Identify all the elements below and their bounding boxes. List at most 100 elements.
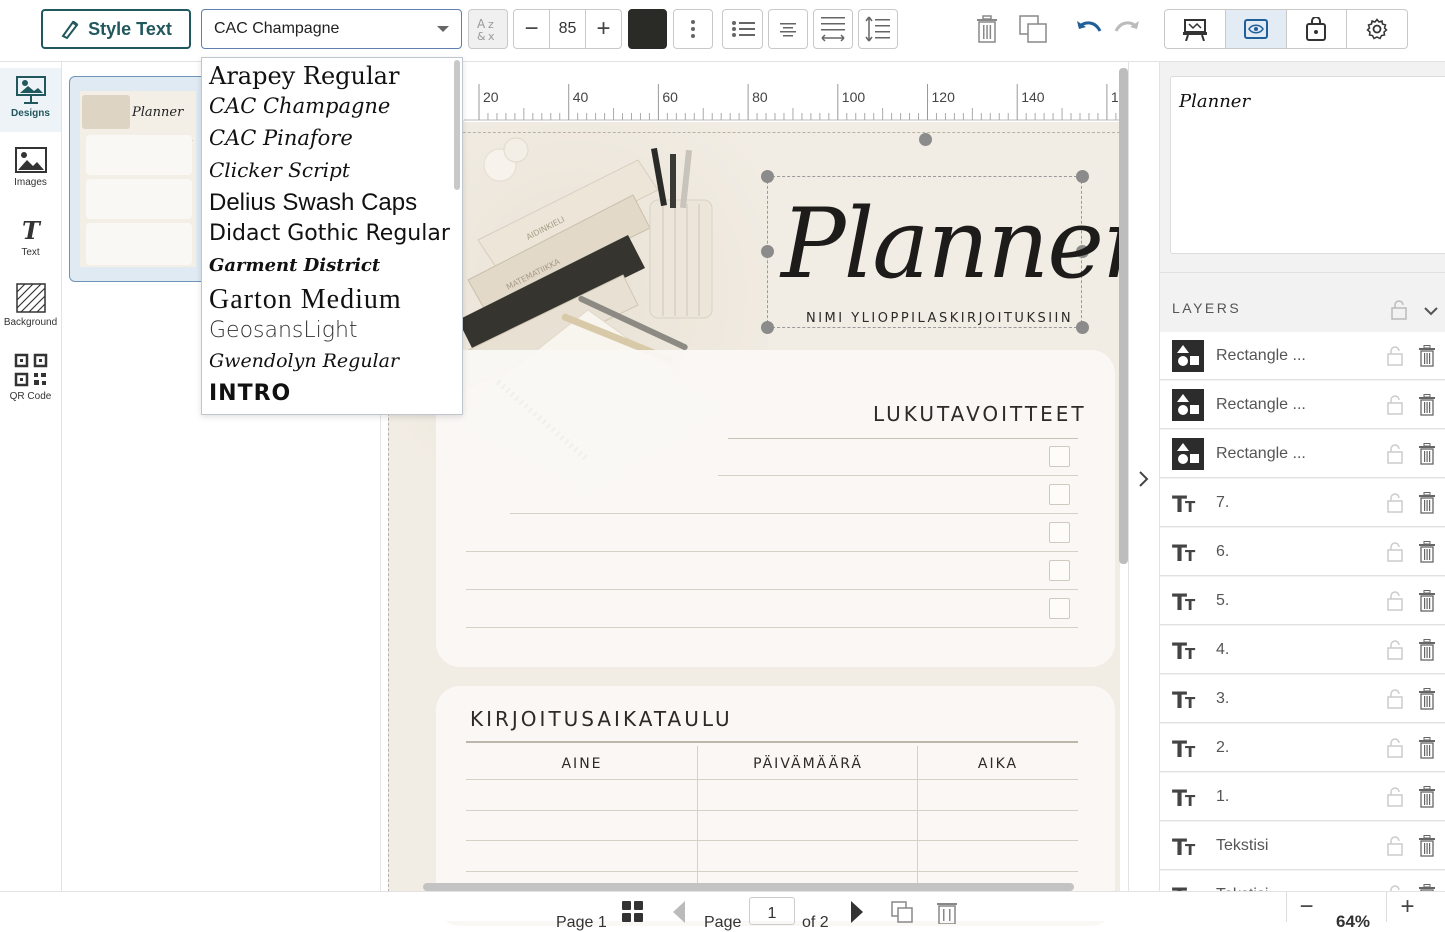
lock-icon[interactable] bbox=[1386, 786, 1404, 807]
resize-handle-br[interactable] bbox=[1076, 321, 1089, 334]
font-option[interactable]: Delius Swash Caps bbox=[209, 189, 417, 217]
lock-icon[interactable] bbox=[1386, 639, 1404, 660]
layer-row[interactable]: T T 2. bbox=[1160, 724, 1445, 772]
more-options-button[interactable] bbox=[673, 9, 713, 49]
chevron-down-icon[interactable] bbox=[1423, 306, 1439, 316]
font-option[interactable]: Garment District bbox=[209, 255, 380, 276]
preview-mode-button[interactable] bbox=[1225, 10, 1287, 48]
prev-page-icon[interactable] bbox=[671, 900, 687, 924]
line-height-button[interactable] bbox=[858, 9, 898, 49]
style-text-button[interactable]: Style Text bbox=[41, 9, 191, 49]
text-color-swatch[interactable] bbox=[628, 9, 667, 49]
canvas-vertical-scrollbar[interactable] bbox=[1119, 68, 1128, 564]
font-option[interactable]: Garton Medium bbox=[209, 284, 402, 316]
layer-row[interactable]: TTTekstisi bbox=[1160, 822, 1445, 870]
chevron-right-icon[interactable] bbox=[1138, 470, 1150, 488]
delete-page-icon[interactable] bbox=[936, 900, 958, 924]
increase-size-button[interactable]: + bbox=[586, 10, 621, 48]
font-option[interactable]: CAC Pinafore bbox=[209, 126, 353, 150]
sidebar-item-text[interactable]: T Text bbox=[0, 212, 61, 272]
decrease-size-button[interactable]: − bbox=[514, 10, 549, 48]
next-page-icon[interactable] bbox=[849, 900, 865, 924]
rotate-handle[interactable] bbox=[919, 133, 932, 146]
layer-row[interactable]: Rectangle ... bbox=[1160, 381, 1445, 429]
layer-row[interactable]: Rectangle ... bbox=[1160, 430, 1445, 478]
lock-all-icon[interactable] bbox=[1390, 300, 1408, 320]
goal-checkbox[interactable] bbox=[1049, 598, 1070, 619]
cart-button[interactable] bbox=[1287, 10, 1348, 48]
trash-icon[interactable] bbox=[1418, 589, 1436, 612]
settings-button[interactable] bbox=[1347, 10, 1407, 48]
lock-icon[interactable] bbox=[1386, 443, 1404, 464]
redo-button[interactable] bbox=[1110, 12, 1144, 46]
duplicate-button[interactable] bbox=[1016, 12, 1050, 46]
resize-handle-ml[interactable] bbox=[761, 245, 774, 258]
copy-page-icon[interactable] bbox=[890, 900, 914, 924]
font-option[interactable]: GeosansLight bbox=[209, 318, 358, 343]
resize-handle-tr[interactable] bbox=[1076, 170, 1089, 183]
trash-icon[interactable] bbox=[1418, 834, 1436, 857]
goal-checkbox[interactable] bbox=[1049, 560, 1070, 581]
sidebar-item-background[interactable]: Background bbox=[0, 280, 61, 346]
design-mode-button[interactable] bbox=[1165, 10, 1226, 48]
sidebar-item-designs[interactable]: Designs bbox=[0, 68, 61, 132]
layer-row[interactable]: TTTekstisi bbox=[1160, 871, 1445, 891]
goal-checkbox[interactable] bbox=[1049, 446, 1070, 467]
layer-row[interactable]: T T 7. bbox=[1160, 479, 1445, 527]
planner-title[interactable]: Planner bbox=[781, 188, 1148, 300]
font-option[interactable]: Clicker Script bbox=[209, 158, 350, 182]
trash-icon[interactable] bbox=[1418, 540, 1436, 563]
font-option[interactable]: Arapey Regular bbox=[209, 62, 399, 90]
trash-icon[interactable] bbox=[1418, 638, 1436, 661]
trash-icon[interactable] bbox=[1418, 785, 1436, 808]
lock-icon[interactable] bbox=[1386, 835, 1404, 856]
font-family-select[interactable]: CAC Champagne bbox=[201, 9, 462, 49]
resize-handle-bl[interactable] bbox=[761, 321, 774, 334]
font-option[interactable]: INTRO bbox=[209, 381, 291, 406]
delete-button[interactable] bbox=[970, 12, 1004, 46]
layer-row[interactable]: T T 1. bbox=[1160, 773, 1445, 821]
align-button[interactable] bbox=[768, 9, 808, 49]
schedule-heading[interactable]: KIRJOITUSAIKATAULU bbox=[470, 707, 733, 731]
zoom-out-button[interactable]: − bbox=[1286, 892, 1326, 922]
grid-view-icon[interactable] bbox=[621, 900, 645, 924]
undo-button[interactable] bbox=[1072, 12, 1106, 46]
layer-row[interactable]: T T 5. bbox=[1160, 577, 1445, 625]
canvas-horizontal-scrollbar[interactable] bbox=[423, 883, 1074, 891]
lock-icon[interactable] bbox=[1386, 492, 1404, 513]
text-transform-button[interactable]: Az & x bbox=[468, 9, 508, 49]
list-button[interactable] bbox=[722, 9, 763, 49]
trash-icon[interactable] bbox=[1418, 491, 1436, 514]
font-option-selected[interactable]: CAC Champagne bbox=[209, 94, 390, 118]
font-size-value[interactable]: 85 bbox=[550, 10, 585, 48]
lock-icon[interactable] bbox=[1386, 541, 1404, 562]
goals-heading[interactable]: LUKUTAVOITTEET bbox=[873, 402, 1087, 426]
trash-icon[interactable] bbox=[1418, 393, 1436, 416]
layer-row[interactable]: T T 6. bbox=[1160, 528, 1445, 576]
letter-spacing-button[interactable] bbox=[813, 9, 853, 49]
lock-icon[interactable] bbox=[1386, 688, 1404, 709]
trash-icon[interactable] bbox=[1418, 736, 1436, 759]
zoom-in-button[interactable]: + bbox=[1386, 892, 1428, 922]
sidebar-item-qr-code[interactable]: QR Code bbox=[0, 352, 61, 412]
resize-handle-tl[interactable] bbox=[761, 170, 774, 183]
lock-icon[interactable] bbox=[1386, 590, 1404, 611]
layer-row[interactable]: Rectangle ... bbox=[1160, 332, 1445, 380]
layer-row[interactable]: T T 4. bbox=[1160, 626, 1445, 674]
page-thumbnail[interactable]: Planner LUKUTAVOITTEET bbox=[69, 76, 207, 282]
lock-icon[interactable] bbox=[1386, 737, 1404, 758]
planner-subtitle[interactable]: NIMI YLIOPPILASKIRJOITUKSIIN bbox=[806, 311, 1073, 326]
trash-icon[interactable] bbox=[1418, 344, 1436, 367]
goal-checkbox[interactable] bbox=[1049, 522, 1070, 543]
trash-icon[interactable] bbox=[1418, 442, 1436, 465]
lock-icon[interactable] bbox=[1386, 345, 1404, 366]
trash-icon[interactable] bbox=[1418, 687, 1436, 710]
layer-row[interactable]: T T 3. bbox=[1160, 675, 1445, 723]
font-option[interactable]: Gwendolyn Regular bbox=[209, 350, 399, 372]
sidebar-item-images[interactable]: Images bbox=[0, 142, 61, 202]
font-size-stepper[interactable]: − 85 + bbox=[513, 9, 622, 49]
lock-icon[interactable] bbox=[1386, 394, 1404, 415]
goal-checkbox[interactable] bbox=[1049, 484, 1070, 505]
dropdown-scrollbar[interactable] bbox=[454, 60, 460, 190]
font-option[interactable]: Didact Gothic Regular bbox=[209, 221, 450, 246]
